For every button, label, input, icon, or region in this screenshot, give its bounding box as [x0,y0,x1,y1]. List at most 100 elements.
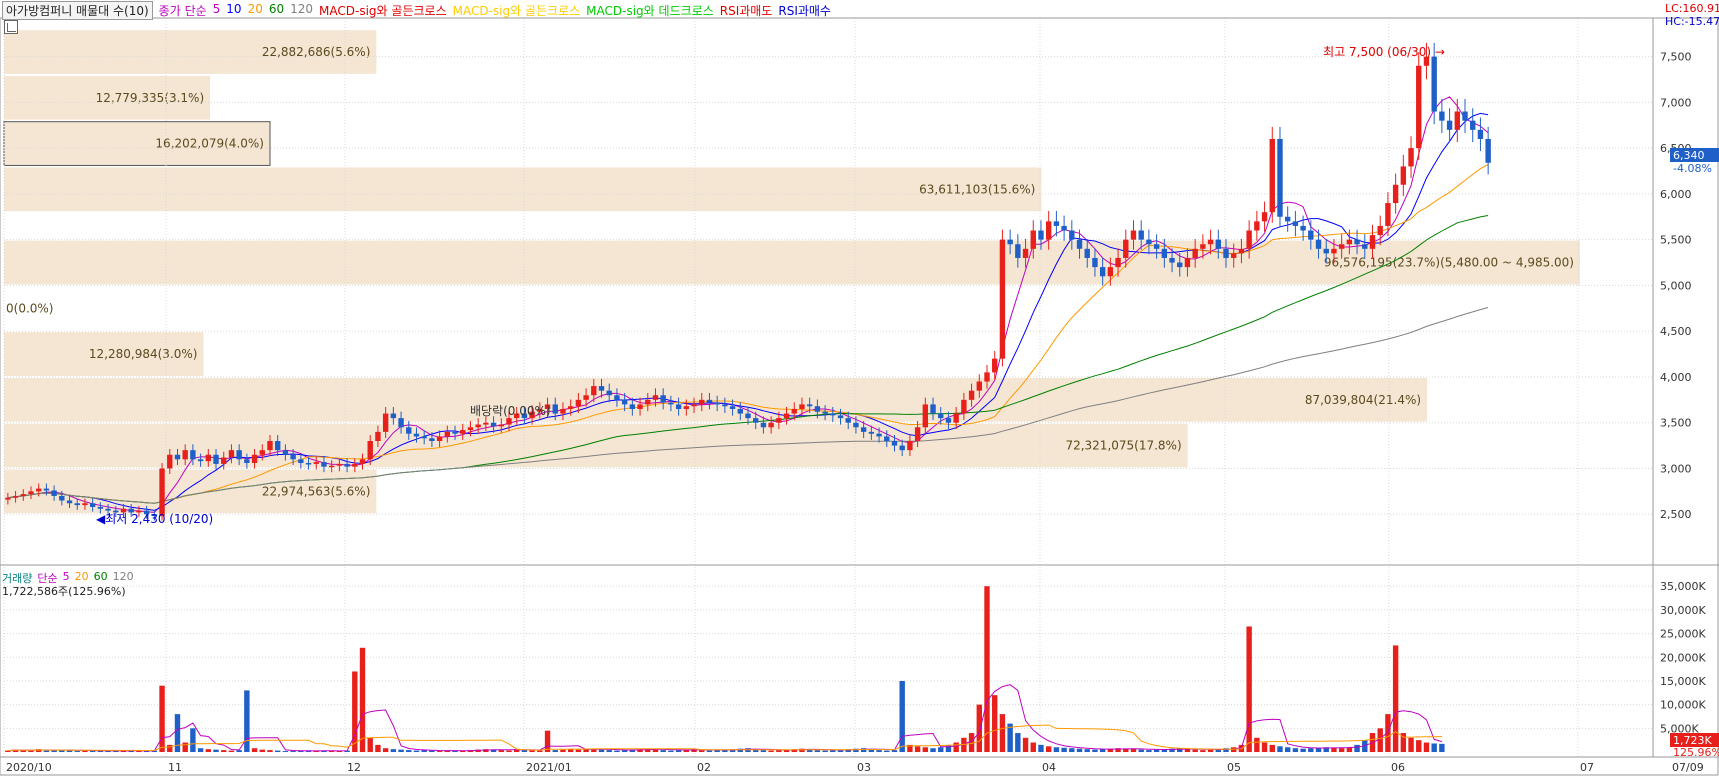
candle-body [1084,248,1090,258]
volume-bar [367,737,373,752]
price-tick-label: 7,500 [1660,51,1692,64]
candle-body [699,399,705,405]
candle-body [814,406,821,412]
profile-bar [4,423,1188,468]
volume-tick-label: 25,000K [1660,628,1706,641]
candle-body [352,463,358,467]
candle-body [1161,248,1168,258]
candle-body [475,424,481,428]
profile-label: 12,280,984(3.0%) [89,347,198,361]
legend-item[interactable]: 120 [290,2,313,19]
candle-body [876,433,882,437]
volume-tick-label: 30,000K [1660,604,1706,617]
volume-bar [876,750,882,752]
legend-item[interactable]: 10 [226,2,241,19]
volume-bar [1416,740,1422,752]
candle-body [1416,65,1422,149]
candle-body [390,413,397,419]
candle-body [1315,239,1322,249]
candle-body [1261,212,1268,222]
x-tick-label: 2021/01 [526,761,572,774]
volume-bar [537,750,543,752]
candle-body [714,402,720,405]
volume-bar [1030,742,1036,752]
candle-body [1092,257,1098,268]
x-tick-label: 06 [1391,761,1405,774]
volume-bar [1269,744,1275,752]
candle-body [506,418,512,425]
profile-bar [4,167,1042,212]
x-tick-label: 07/09 [1672,761,1704,774]
x-tick-label: 04 [1042,761,1056,774]
candle-body [1362,244,1368,249]
x-tick-label: 05 [1227,761,1241,774]
candle-body [1177,262,1183,268]
candle-body [1292,221,1299,226]
candle-body [82,503,88,506]
volume-tick-label: 20,000K [1660,651,1706,664]
legend-item[interactable]: 종가 단순 [159,2,207,19]
candle-body [1323,248,1329,254]
volume-bar [891,750,898,752]
candle-body [868,431,875,434]
candle-body [12,495,19,498]
volume-bar [1184,749,1191,752]
legend-item[interactable]: MACD-sig와 골든크로스 [319,2,447,19]
legend-item[interactable]: 60 [269,2,284,19]
volume-bar [760,750,767,752]
candle-body [467,427,474,431]
volume-bar [706,750,713,752]
volume-bar [776,750,782,752]
x-tick-label: 11 [168,761,182,774]
volume-bar [1022,737,1029,752]
candle-body [976,381,982,391]
volume-bar [359,647,366,752]
candle-body [968,390,975,400]
legend-item[interactable]: RSI과매도 [720,2,773,19]
candle-body [1392,184,1399,204]
legend-item[interactable]: MACD-sig와 골든크로스 [453,2,581,19]
candle-body [321,462,327,467]
chart-title[interactable]: 아가방컴퍼니 매물대 수(10) [2,0,153,20]
volume-bar [1192,749,1198,752]
candle-body [799,404,805,409]
volume-bar [1153,749,1160,752]
candle-body [984,372,990,382]
lc-label: LC:160.91 [1665,2,1719,15]
volume-bar [822,750,828,752]
candle-body [1146,239,1152,245]
candle-body [498,424,504,427]
legend-item[interactable]: 20 [248,2,263,19]
candle-body [290,454,296,460]
candle-body [344,463,350,467]
volume-bar [1076,748,1083,752]
volume-bar [1038,744,1044,752]
profile-label: 22,974,563(5.6%) [262,484,371,498]
candle-body [444,431,451,437]
candle-body [953,413,959,423]
volume-bar [560,749,566,752]
legend-item[interactable]: 5 [213,2,221,19]
volume-bar [1207,749,1214,752]
candle-body [1107,267,1114,277]
volume-bar [190,728,196,752]
candle-body [853,422,859,428]
volume-bar [1292,748,1299,752]
chart-options-button[interactable] [4,20,18,34]
volume-info: 1,722,586주(125.96%) [2,585,126,598]
legend-item[interactable]: MACD-sig와 데드크로스 [586,2,714,19]
x-tick-label: 02 [697,761,711,774]
candle-body [1053,221,1060,226]
candlestick-chart[interactable]: 22,882,686(5.6%)12,779,335(3.1%)16,202,0… [0,0,1719,776]
volume-bar [1392,645,1399,752]
volume-bar [66,750,73,752]
legend-item[interactable]: RSI과매수 [778,2,831,19]
candle-body [28,491,34,495]
candle-body [1300,225,1306,231]
volume-bar [182,742,188,752]
x-tick-label: 12 [347,761,361,774]
candle-body [1454,111,1461,130]
volume-bar [506,750,512,752]
volume-bar [174,714,181,752]
volume-bar [1069,748,1075,752]
